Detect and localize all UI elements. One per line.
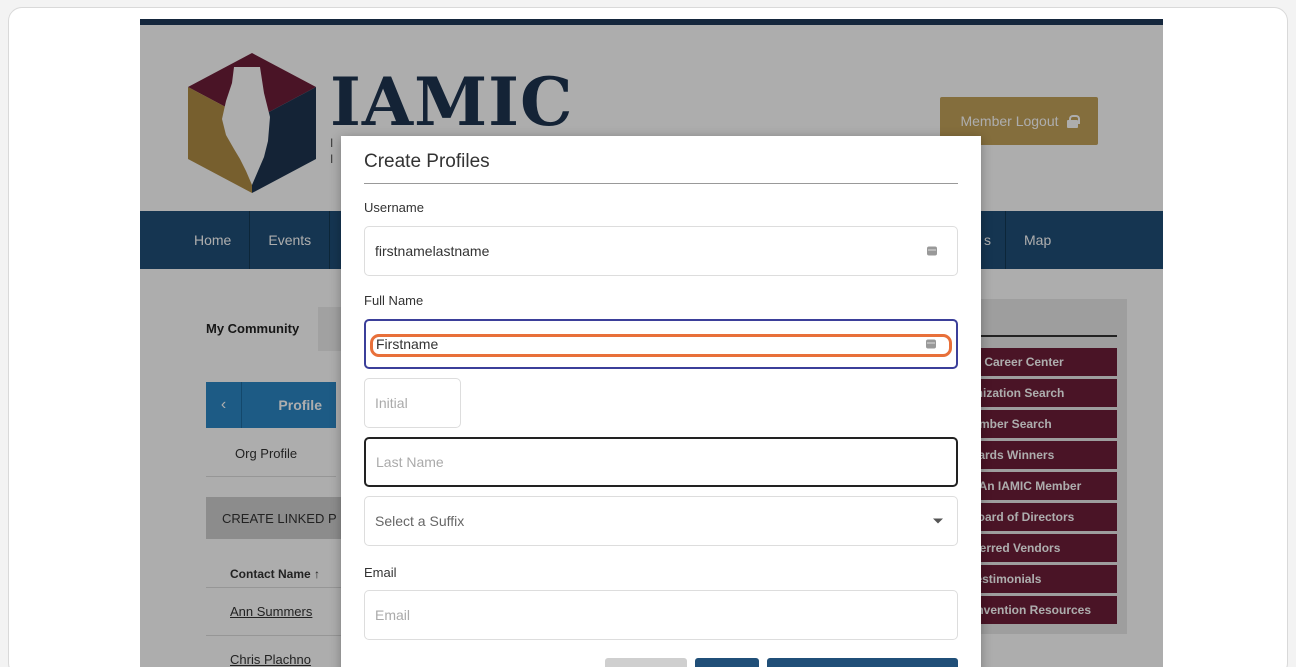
password-manager-icon[interactable] <box>926 339 936 349</box>
create-profiles-dialog: Create Profiles Username firstnamelastna… <box>341 136 981 667</box>
save-button[interactable] <box>695 658 759 667</box>
screenshot-frame: IAMIC I I Member Logout Home Events s Ma… <box>8 7 1288 667</box>
last-name-placeholder: Last Name <box>376 454 444 470</box>
last-name-field[interactable]: Last Name <box>364 437 958 487</box>
username-field[interactable]: firstnamelastname <box>364 226 958 276</box>
dialog-title: Create Profiles <box>364 151 490 172</box>
save-and-continue-button[interactable] <box>767 658 958 667</box>
initial-field[interactable]: Initial <box>364 378 461 428</box>
initial-placeholder: Initial <box>375 395 408 411</box>
username-label: Username <box>364 200 424 215</box>
username-value: firstnamelastname <box>375 243 490 259</box>
full-name-label: Full Name <box>364 293 424 308</box>
first-name-value: Firstname <box>376 336 439 352</box>
email-field[interactable]: Email <box>364 590 958 640</box>
divider <box>364 183 958 184</box>
first-name-field[interactable]: Firstname <box>364 319 958 369</box>
cancel-button[interactable] <box>605 658 687 667</box>
email-label: Email <box>364 565 397 580</box>
email-placeholder: Email <box>375 607 411 623</box>
chevron-down-icon <box>933 518 943 524</box>
password-manager-icon[interactable] <box>927 246 937 256</box>
suffix-select[interactable]: Select a Suffix <box>364 496 958 546</box>
suffix-placeholder: Select a Suffix <box>375 513 465 529</box>
